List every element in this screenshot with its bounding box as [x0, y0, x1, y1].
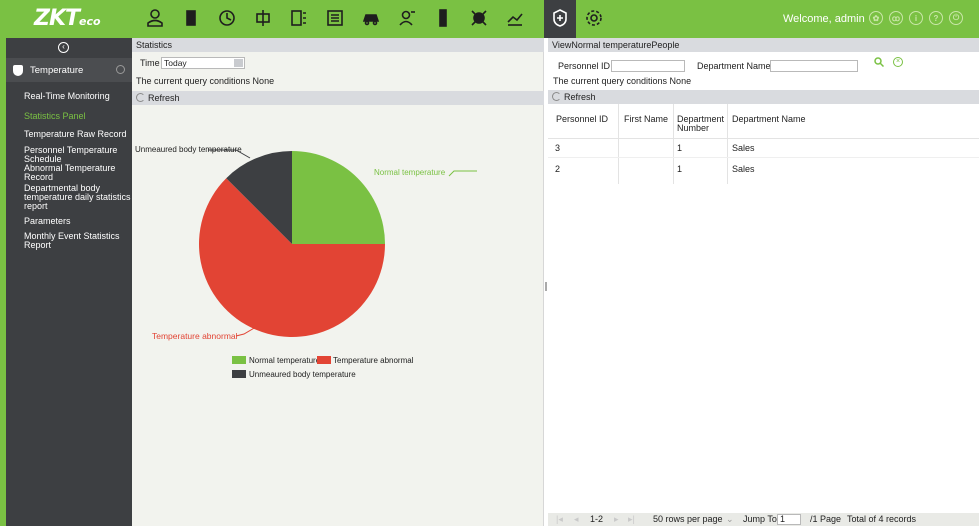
refresh-icon[interactable]	[552, 92, 561, 102]
temperature-shield-icon	[13, 65, 23, 76]
sidebar-module-label: Temperature	[30, 65, 84, 76]
cell-department-name: Sales	[732, 143, 755, 153]
legend-unmeasured[interactable]: Unmeaured body temperature	[249, 370, 356, 379]
legend-abnormal[interactable]: Temperature abnormal	[333, 356, 413, 365]
clear-icon[interactable]: ×	[893, 57, 903, 67]
legend-swatch-unmeasured	[232, 370, 246, 378]
personnel-icon[interactable]	[144, 7, 166, 29]
right-toolbar: Refresh	[548, 90, 979, 104]
panel-resize-handle[interactable]	[545, 282, 547, 291]
legend-normal[interactable]: Normal temperature	[249, 356, 320, 365]
time-select-value: Today	[164, 58, 187, 68]
sidebar-item-parameters[interactable]: Parameters	[24, 217, 132, 226]
sidebar-item-temperature-raw-record[interactable]: Temperature Raw Record	[24, 130, 132, 139]
module-toggle-icon[interactable]	[116, 65, 125, 74]
intrusion-icon[interactable]	[468, 7, 490, 29]
column-department-name[interactable]: Department Name	[732, 115, 806, 124]
sidebar-item-statistics-panel[interactable]: Statistics Panel	[24, 112, 132, 121]
page-range: 1-2	[590, 514, 604, 524]
elevator-icon[interactable]	[252, 7, 274, 29]
label-normal-temperature: Normal temperature	[374, 168, 446, 177]
jump-to-label: Jump To	[743, 514, 777, 524]
sidebar-item-abnormal-temperature-record[interactable]: Abnormal Temperature Record	[24, 164, 132, 182]
cell-department-name: Sales	[732, 164, 755, 174]
column-department-number[interactable]: Department Number	[677, 115, 727, 133]
search-icon[interactable]	[874, 57, 885, 68]
normal-callout-line	[448, 170, 477, 177]
left-toolbar: Refresh	[132, 91, 544, 105]
sidebar-item-departmental-daily-report[interactable]: Departmental body temperature daily stat…	[24, 184, 132, 211]
statistics-header: Statistics	[132, 38, 544, 52]
people-list-header: ViewNormal temperaturePeople	[548, 38, 979, 52]
label-unmeasured: Unmeaured body temperature	[135, 145, 242, 154]
user-icon[interactable]: ꝏ	[889, 11, 903, 25]
pie-slices	[199, 151, 385, 337]
prev-page-icon[interactable]: ◂	[574, 513, 579, 526]
legend-swatch-normal	[232, 356, 246, 364]
logout-icon[interactable]: ⏻	[949, 11, 963, 25]
cell-personnel-id: 3	[555, 143, 561, 153]
refresh-icon[interactable]	[136, 93, 145, 103]
visitor-icon[interactable]	[396, 7, 418, 29]
system-settings-icon[interactable]	[583, 7, 605, 29]
time-label: Time	[140, 58, 160, 68]
cell-department-number: 1	[677, 143, 683, 153]
header-divider	[548, 138, 979, 139]
left-refresh-button[interactable]: Refresh	[148, 93, 180, 103]
help-icon[interactable]: ?	[929, 11, 943, 25]
right-query-conditions: The current query conditions None	[553, 76, 692, 86]
accessories-icon[interactable]	[504, 7, 526, 29]
abnormal-callout-line	[235, 326, 257, 337]
parking-icon[interactable]	[360, 7, 382, 29]
left-query-conditions: The current query conditions None	[136, 76, 275, 86]
access-icon[interactable]	[180, 7, 202, 29]
theme-icon[interactable]: ✿	[869, 11, 883, 25]
column-first-name[interactable]: First Name	[624, 115, 668, 124]
cell-department-number: 1	[677, 164, 683, 174]
column-divider	[673, 104, 674, 184]
hotel-icon[interactable]	[324, 7, 346, 29]
rows-per-page-select[interactable]: 50 rows per page	[653, 513, 723, 526]
time-select[interactable]: Today	[161, 57, 245, 69]
logo-main: ZKT	[34, 6, 80, 31]
video-icon[interactable]	[288, 7, 310, 29]
legend-swatch-abnormal	[317, 356, 331, 364]
rows-dropdown-icon[interactable]: ⌄	[726, 513, 734, 526]
pagination-bar: |◂ ◂ 1-2 ▸ ▸| 50 rows per page ⌄ Jump To…	[548, 513, 979, 526]
total-records: Total of 4 records	[847, 514, 917, 524]
zkteco-logo[interactable]: ZKTeco	[34, 6, 101, 31]
column-divider	[618, 104, 619, 184]
temperature-module-icon[interactable]	[549, 7, 571, 29]
patrol-icon[interactable]	[432, 7, 454, 29]
first-page-icon[interactable]: |◂	[556, 513, 563, 526]
page-total: /1 Page	[810, 514, 842, 524]
cell-personnel-id: 2	[555, 164, 561, 174]
sidebar-item-real-time-monitoring[interactable]: Real-Time Monitoring	[24, 92, 132, 101]
column-divider	[727, 104, 728, 184]
last-page-icon[interactable]: ▸|	[628, 513, 635, 526]
logo-suffix: eco	[79, 15, 101, 28]
row-divider	[548, 157, 979, 158]
attendance-icon[interactable]	[216, 7, 238, 29]
sidebar-item-monthly-event-report[interactable]: Monthly Event Statistics Report	[24, 232, 132, 250]
personnel-id-input[interactable]	[611, 60, 685, 72]
pie-slice-normal-temperature[interactable]	[292, 151, 385, 244]
welcome-text: Welcome, admin	[783, 13, 865, 25]
sidebar-item-personnel-temperature-schedule[interactable]: Personnel Temperature Schedule	[24, 146, 132, 164]
chevron-down-icon[interactable]	[234, 59, 243, 67]
column-personnel-id[interactable]: Personnel ID	[556, 115, 608, 124]
department-name-input[interactable]	[770, 60, 858, 72]
label-temperature-abnormal: Temperature abnormal	[152, 331, 238, 341]
sidebar-module-temperature[interactable]: Temperature	[6, 58, 132, 82]
info-icon[interactable]: i	[909, 11, 923, 25]
collapse-sidebar-icon[interactable]: ‹	[58, 42, 69, 53]
jump-to-input[interactable]: 1	[777, 514, 801, 525]
personnel-id-label: Personnel ID	[558, 61, 611, 71]
department-name-label: Department Name	[697, 61, 771, 71]
right-refresh-button[interactable]: Refresh	[564, 92, 596, 102]
next-page-icon[interactable]: ▸	[614, 513, 619, 526]
people-list-panel	[548, 38, 979, 526]
